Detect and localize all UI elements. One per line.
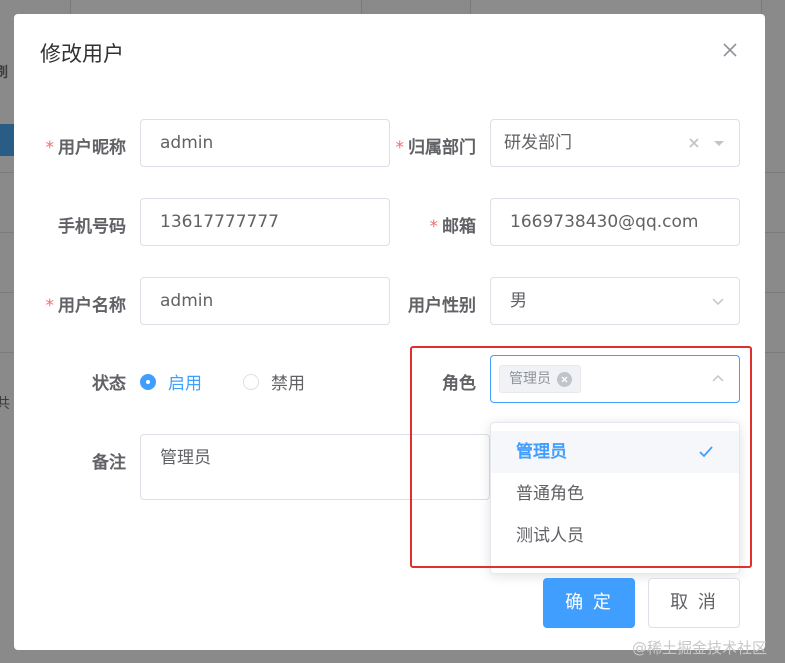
username-value: admin <box>160 291 214 311</box>
gender-value: 男 <box>510 291 527 311</box>
department-value: 研发部门 <box>504 133 572 153</box>
status-radio-disabled[interactable]: 禁用 <box>243 369 305 394</box>
required-mark: * <box>45 296 55 316</box>
remark-label-text: 备注 <box>92 453 126 473</box>
department-label: * 归属部门 <box>376 133 477 158</box>
email-input[interactable]: 1669738430@qq.com <box>490 198 740 246</box>
background-text: 刷 <box>0 65 8 81</box>
status-radio-enabled[interactable]: 启用 <box>140 369 202 394</box>
required-mark: * <box>429 217 439 237</box>
email-value: 1669738430@qq.com <box>510 212 699 232</box>
phone-input[interactable]: 13617777777 <box>140 198 390 246</box>
status-option-label: 禁用 <box>271 374 305 394</box>
required-mark: * <box>395 138 405 158</box>
nickname-label-text: 用户昵称 <box>58 138 126 158</box>
nickname-value: admin <box>160 133 214 153</box>
status-label-text: 状态 <box>92 374 126 394</box>
username-label-text: 用户名称 <box>58 296 126 316</box>
email-label: * 邮箱 <box>376 212 477 237</box>
username-label: * 用户名称 <box>26 291 127 316</box>
radio-checked-icon <box>140 373 156 390</box>
gender-select[interactable]: 男 <box>490 277 740 325</box>
nickname-input[interactable]: admin <box>140 119 390 167</box>
background-button <box>0 124 14 156</box>
email-label-text: 邮箱 <box>442 217 476 237</box>
radio-unchecked-icon <box>243 373 259 390</box>
remark-value: 管理员 <box>160 448 211 468</box>
phone-value: 13617777777 <box>160 212 279 232</box>
dialog-title: 修改用户 <box>40 42 124 66</box>
required-mark: * <box>45 138 55 158</box>
status-label: 状态 <box>26 369 126 394</box>
background-text: 共 <box>0 396 10 412</box>
cancel-button[interactable]: 取 消 <box>648 578 740 628</box>
phone-label: 手机号码 <box>26 212 126 237</box>
clear-icon[interactable] <box>687 120 701 166</box>
nickname-label: * 用户昵称 <box>26 133 127 158</box>
confirm-button[interactable]: 确 定 <box>543 578 635 628</box>
close-icon[interactable] <box>720 40 740 60</box>
username-input[interactable]: admin <box>140 277 390 325</box>
highlight-annotation <box>410 346 752 568</box>
gender-label: 用户性别 <box>376 291 476 316</box>
phone-label-text: 手机号码 <box>58 217 126 237</box>
department-select[interactable]: 研发部门 <box>490 119 740 167</box>
department-label-text: 归属部门 <box>408 138 476 158</box>
remark-label: 备注 <box>26 448 126 473</box>
watermark: @稀土掘金技术社区 <box>632 639 768 657</box>
status-option-label: 启用 <box>168 374 202 394</box>
gender-label-text: 用户性别 <box>408 296 476 316</box>
caret-down-icon <box>713 120 725 166</box>
chevron-down-icon <box>711 278 725 324</box>
